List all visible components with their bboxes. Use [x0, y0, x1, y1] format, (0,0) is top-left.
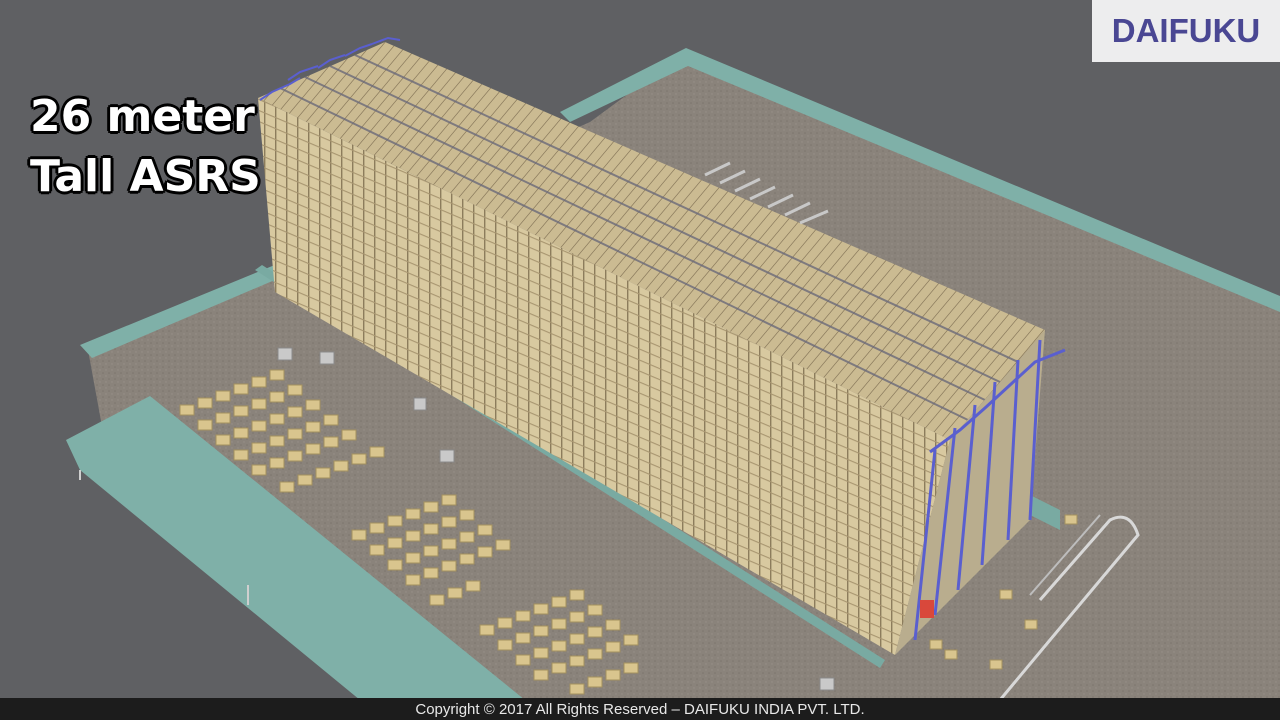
logo-text: DAIFUKU — [1111, 12, 1261, 49]
daifuku-logo: DAIFUKU — [1092, 0, 1280, 62]
headline-line-2: Tall ASRS — [30, 151, 261, 202]
copyright-bar: Copyright © 2017 All Rights Reserved – D… — [0, 698, 1280, 720]
copyright-text: Copyright © 2017 All Rights Reserved – D… — [415, 700, 865, 718]
headline-line-1: 26 meter — [30, 91, 255, 142]
